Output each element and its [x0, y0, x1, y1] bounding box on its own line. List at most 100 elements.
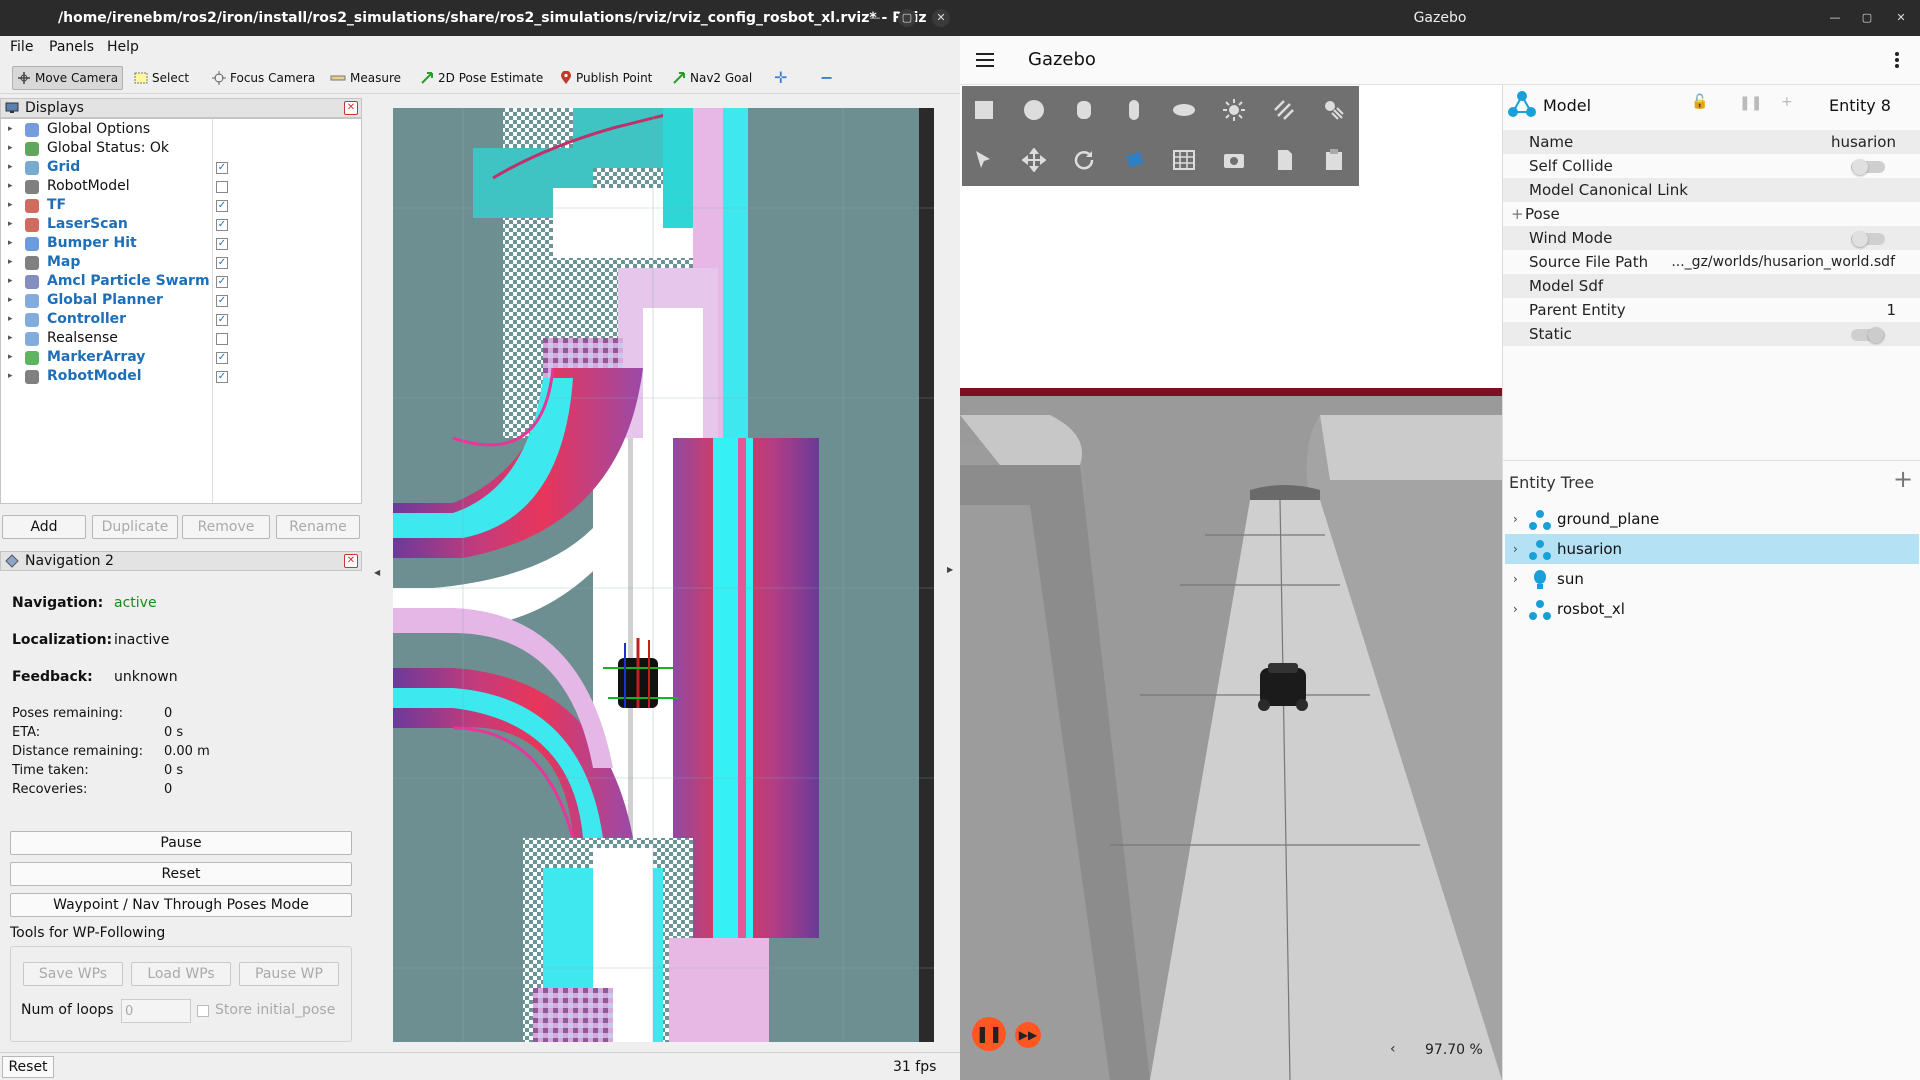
load-wps-button[interactable]: Load WPs [131, 962, 231, 986]
pose-estimate-tool[interactable]: 2D Pose Estimate [416, 66, 547, 90]
entity-tree-add-icon[interactable]: + [1893, 465, 1913, 493]
menu-help[interactable]: Help [107, 39, 139, 55]
expand-arrow-icon[interactable]: ▸ [8, 310, 13, 329]
minimize-icon[interactable]: — [866, 9, 884, 27]
measure-tool[interactable]: Measure [326, 66, 405, 90]
prop-row-pose[interactable]: + Pose [1503, 202, 1920, 226]
nav2-goal-tool[interactable]: Nav2 Goal [668, 66, 756, 90]
hamburger-menu-icon[interactable] [976, 53, 994, 67]
expand-chevron-icon[interactable]: › [1513, 504, 1518, 534]
lock-icon[interactable]: 🔓 [1691, 94, 1708, 110]
expand-arrow-icon[interactable]: ▸ [8, 234, 13, 253]
self-collide-toggle[interactable] [1851, 159, 1885, 175]
expand-arrow-icon[interactable]: ▸ [8, 329, 13, 348]
expand-chevron-icon[interactable]: › [1513, 594, 1518, 624]
display-enable-checkbox[interactable]: ✓ [216, 352, 228, 364]
display-item[interactable]: ▸ RobotModel [1, 177, 361, 196]
display-enable-checkbox[interactable]: ✓ [216, 219, 228, 231]
display-enable-checkbox[interactable]: ✓ [216, 314, 228, 326]
directional-light-icon[interactable] [1272, 98, 1296, 122]
box-shape-icon[interactable] [972, 98, 996, 122]
step-simulation-button[interactable]: ▶▶ [1015, 1022, 1041, 1048]
expand-arrow-icon[interactable]: ▸ [8, 253, 13, 272]
inspector-add-icon[interactable]: + [1781, 94, 1793, 110]
expand-arrow-icon[interactable]: ▸ [8, 196, 13, 215]
entity-sun[interactable]: › sun [1505, 564, 1919, 594]
expand-chevron-icon[interactable]: › [1513, 534, 1518, 564]
expand-arrow-icon[interactable]: ▸ [8, 291, 13, 310]
expand-arrow-icon[interactable]: ▸ [8, 120, 13, 139]
move-camera-tool[interactable]: Move Camera [12, 66, 124, 90]
display-item[interactable]: ▸ Amcl Particle Swarm ✓ [1, 272, 361, 291]
grid-config-icon[interactable] [1172, 148, 1196, 172]
gazebo-close-icon[interactable]: ✕ [1892, 9, 1910, 27]
duplicate-display-button[interactable]: Duplicate [92, 515, 178, 539]
entity-ground-plane[interactable]: › ground_plane [1505, 504, 1919, 534]
gazebo-3d-scene[interactable]: ❚❚ ▶▶ ‹ 97.70 % [960, 85, 1502, 1080]
gazebo-minimize-icon[interactable]: — [1826, 9, 1844, 27]
focus-camera-tool[interactable]: Focus Camera [208, 66, 319, 90]
collapse-left-arrow-icon[interactable]: ◀ [374, 568, 380, 577]
navigation-close-icon[interactable]: ✕ [344, 554, 358, 568]
add-tool-plus-icon[interactable]: ✛ [770, 66, 791, 90]
display-item[interactable]: ▸ Realsense [1, 329, 361, 348]
wind-mode-toggle[interactable] [1851, 231, 1885, 247]
collapse-right-arrow-icon[interactable]: ▶ [947, 565, 953, 574]
remove-tool-minus-icon[interactable]: − [816, 66, 837, 90]
save-wps-button[interactable]: Save WPs [23, 962, 123, 986]
expand-arrow-icon[interactable]: ▸ [8, 272, 13, 291]
display-enable-checkbox[interactable]: ✓ [216, 200, 228, 212]
add-display-button[interactable]: Add [2, 515, 86, 539]
expand-arrow-icon[interactable]: ▸ [8, 158, 13, 177]
ellipsoid-shape-icon[interactable] [1172, 98, 1196, 122]
remove-display-button[interactable]: Remove [182, 515, 270, 539]
pause-button[interactable]: Pause [10, 831, 352, 855]
display-enable-checkbox[interactable]: ✓ [216, 257, 228, 269]
maximize-icon[interactable]: ▢ [898, 9, 916, 27]
display-item[interactable]: ▸ Global Options [1, 120, 361, 139]
rotate-mode-icon[interactable] [1072, 148, 1096, 172]
sphere-shape-icon[interactable] [1022, 98, 1046, 122]
transform-control-icon[interactable] [1122, 148, 1146, 172]
pause-wp-button[interactable]: Pause WP [239, 962, 339, 986]
display-enable-checkbox[interactable]: ✓ [216, 162, 228, 174]
display-enable-checkbox[interactable]: ✓ [216, 238, 228, 250]
point-light-icon[interactable] [1222, 98, 1246, 122]
num-loops-input[interactable] [121, 999, 191, 1023]
reset-navigation-button[interactable]: Reset [10, 862, 352, 886]
display-enable-checkbox[interactable] [216, 181, 228, 193]
paste-icon[interactable] [1322, 148, 1346, 172]
panel-splitter[interactable]: ◀ [367, 108, 387, 1042]
kebab-menu-icon[interactable] [1895, 52, 1899, 68]
pause-simulation-button[interactable]: ❚❚ [972, 1017, 1006, 1051]
expand-chevron-icon[interactable]: › [1513, 564, 1518, 594]
entity-husarion[interactable]: › husarion [1505, 534, 1919, 564]
display-item[interactable]: ▸ TF ✓ [1, 196, 361, 215]
rviz-3d-view[interactable] [393, 108, 934, 1042]
display-item[interactable]: ▸ Bumper Hit ✓ [1, 234, 361, 253]
entity-rosbot-xl[interactable]: › rosbot_xl [1505, 594, 1919, 624]
display-item[interactable]: ▸ Global Status: Ok [1, 139, 361, 158]
reset-time-button[interactable]: Reset [2, 1056, 54, 1078]
displays-close-icon[interactable]: ✕ [344, 101, 358, 115]
display-item[interactable]: ▸ Controller ✓ [1, 310, 361, 329]
expand-arrow-icon[interactable]: ▸ [8, 348, 13, 367]
display-enable-checkbox[interactable]: ✓ [216, 371, 228, 383]
rename-display-button[interactable]: Rename [276, 515, 360, 539]
rtf-collapse-icon[interactable]: ‹ [1390, 1041, 1396, 1057]
cylinder-shape-icon[interactable] [1072, 98, 1096, 122]
store-initial-pose-checkbox[interactable] [197, 1005, 209, 1017]
capsule-shape-icon[interactable] [1122, 98, 1146, 122]
menu-panels[interactable]: Panels [49, 39, 94, 55]
display-enable-checkbox[interactable] [216, 333, 228, 345]
display-item[interactable]: ▸ LaserScan ✓ [1, 215, 361, 234]
display-enable-checkbox[interactable]: ✓ [216, 295, 228, 307]
display-item[interactable]: ▸ Grid ✓ [1, 158, 361, 177]
display-enable-checkbox[interactable]: ✓ [216, 276, 228, 288]
spot-light-icon[interactable] [1322, 98, 1346, 122]
pose-expand-icon[interactable]: + [1511, 202, 1524, 226]
display-item[interactable]: ▸ Global Planner ✓ [1, 291, 361, 310]
expand-arrow-icon[interactable]: ▸ [8, 139, 13, 158]
expand-arrow-icon[interactable]: ▸ [8, 367, 13, 386]
display-item[interactable]: ▸ Map ✓ [1, 253, 361, 272]
